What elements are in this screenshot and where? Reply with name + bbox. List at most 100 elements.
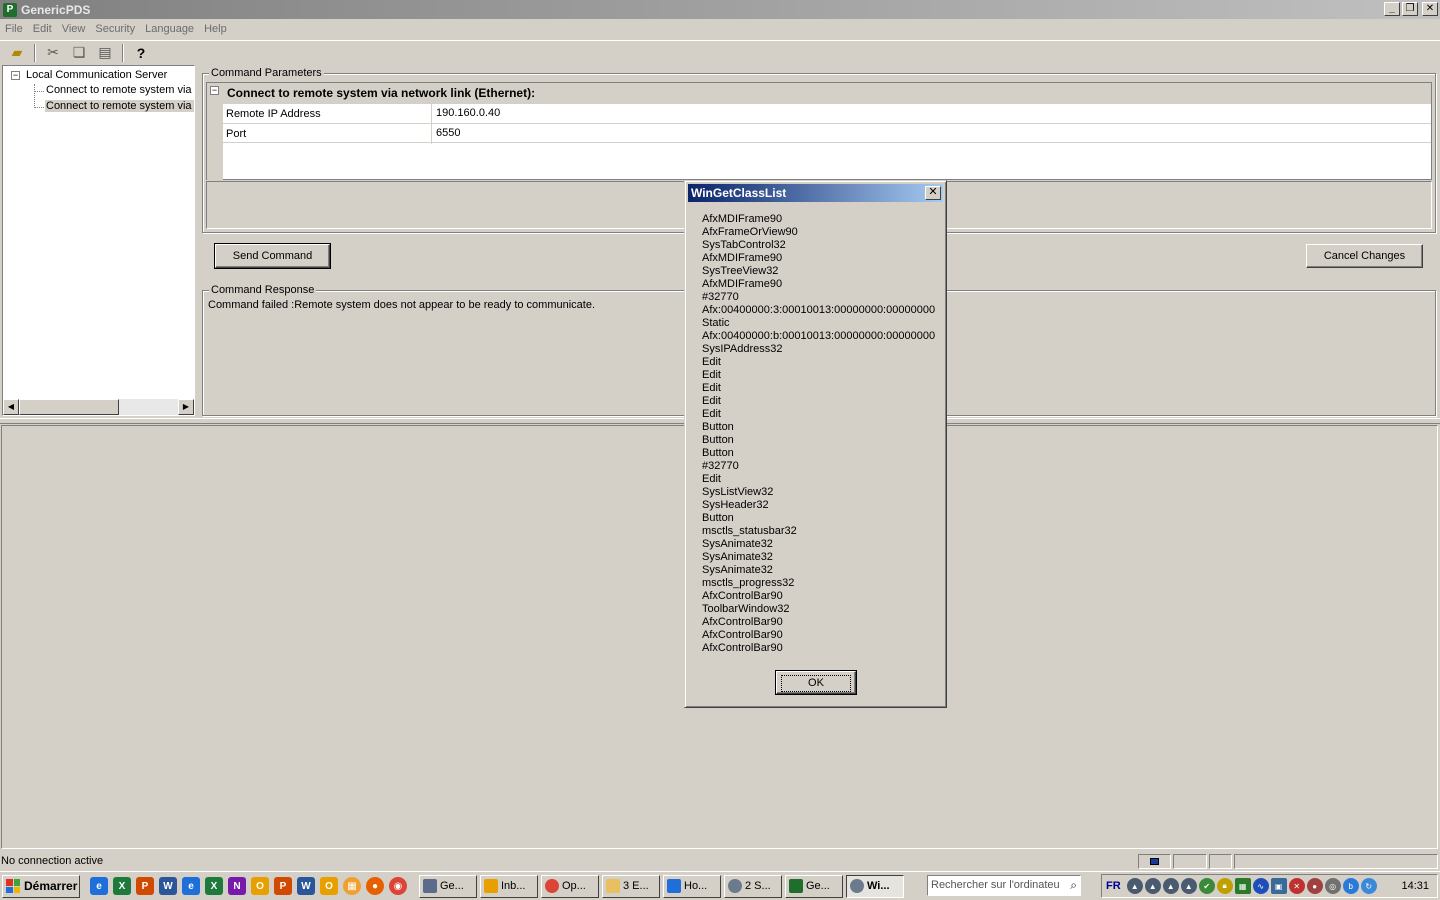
remote-ip-field[interactable]: 190.160.0.40 [433, 104, 1431, 124]
excel-icon[interactable]: X [113, 877, 131, 895]
word-icon[interactable]: W [297, 877, 315, 895]
send-command-button[interactable]: Send Command [214, 243, 331, 269]
onenote-icon[interactable]: N [228, 877, 246, 895]
task-button[interactable]: 3 E... [602, 874, 660, 898]
dialog-title-bar[interactable]: WinGetClassList ✕ [688, 184, 943, 202]
menu-view[interactable]: View [57, 23, 91, 35]
tree-item-serial[interactable]: Connect to remote system via s [45, 84, 194, 96]
toolbar-separator [34, 43, 36, 62]
class-list-item: Edit [702, 473, 721, 485]
tree-view[interactable]: − Local Communication Server Connect to … [2, 65, 195, 416]
network-icon[interactable]: ▣ [1270, 878, 1287, 894]
copy-icon[interactable]: ❏ [68, 43, 90, 63]
language-indicator[interactable]: FR [1106, 880, 1121, 892]
task-button-active[interactable]: Wi... [846, 874, 904, 898]
tree-collapse-icon[interactable]: − [11, 70, 20, 80]
toolbar-separator [122, 43, 124, 62]
menu-file[interactable]: File [0, 23, 28, 35]
tree-root[interactable]: − Local Communication Server [11, 69, 167, 81]
menu-language[interactable]: Language [140, 23, 199, 35]
status-cell [1209, 854, 1232, 869]
tray-icon[interactable]: ▲ [1126, 878, 1143, 894]
cancel-changes-button[interactable]: Cancel Changes [1306, 244, 1423, 268]
task-button[interactable]: Ge... [785, 874, 843, 898]
tray-icon[interactable]: ✔ [1198, 878, 1215, 894]
menu-edit[interactable]: Edit [28, 23, 57, 35]
title-bar[interactable]: P GenericPDS _ ❐ ✕ [0, 0, 1440, 19]
search-input[interactable]: Rechercher sur l'ordinateu ⌕ [927, 875, 1081, 896]
task-button[interactable]: Op... [541, 874, 599, 898]
tray-icon[interactable]: ↻ [1360, 878, 1377, 894]
dialog-title: WinGetClassList [691, 186, 787, 200]
task-app-icon [484, 879, 498, 893]
outlook-icon[interactable]: O [251, 877, 269, 895]
quick-launch: e X P W e X N O P W O ▦ ● ◉ [90, 877, 407, 895]
minimize-button[interactable]: _ [1384, 2, 1400, 16]
horizontal-scrollbar[interactable]: ◀ ▶ [3, 399, 194, 415]
class-list-item: SysAnimate32 [702, 551, 773, 563]
ie-icon[interactable]: e [90, 877, 108, 895]
tray-icon[interactable]: ● [1306, 878, 1323, 894]
tree-root-label: Local Communication Server [26, 69, 168, 81]
class-list-item: SysAnimate32 [702, 564, 773, 576]
task-app-icon [850, 879, 864, 893]
task-button[interactable]: Ge... [419, 874, 477, 898]
class-list-item: AfxMDIFrame90 [702, 252, 783, 264]
tree-line [34, 107, 44, 108]
class-list-item: Static [702, 317, 730, 329]
scroll-thumb[interactable] [19, 399, 119, 415]
status-cell [1234, 854, 1438, 869]
tray-icon[interactable]: ▲ [1162, 878, 1179, 894]
cut-icon[interactable]: ✂ [42, 43, 64, 63]
tray-icon[interactable]: ◎ [1324, 878, 1341, 894]
excel-icon[interactable]: X [205, 877, 223, 895]
ok-button[interactable]: OK [775, 670, 857, 695]
scroll-left-icon[interactable]: ◀ [3, 399, 19, 415]
search-icon[interactable]: ⌕ [1070, 878, 1077, 893]
menu-help[interactable]: Help [199, 23, 232, 35]
start-button[interactable]: Démarrer [2, 874, 80, 898]
class-list-item: AfxMDIFrame90 [702, 278, 783, 290]
grid-app-icon[interactable]: ▦ [343, 877, 361, 895]
task-app-icon [789, 879, 803, 893]
tray-icon[interactable]: ✕ [1288, 878, 1305, 894]
category-collapse-icon[interactable]: − [210, 86, 219, 95]
class-list: AfxMDIFrame90 AfxFrameOrView90 SysTabContr… [702, 213, 935, 655]
help-icon[interactable]: ? [130, 43, 152, 63]
ie-icon[interactable]: e [182, 877, 200, 895]
task-button[interactable]: Inb... [480, 874, 538, 898]
powerpoint-icon[interactable]: P [274, 877, 292, 895]
group-label: Command Response [209, 284, 317, 296]
tray-icon[interactable]: 🔒︎ [1216, 878, 1233, 894]
powerpoint-icon[interactable]: P [136, 877, 154, 895]
chrome-icon[interactable]: ◉ [389, 877, 407, 895]
port-field[interactable]: 6550 [433, 124, 1431, 144]
tree-item-network[interactable]: Connect to remote system via n [45, 100, 194, 112]
paste-icon[interactable]: ▤ [94, 43, 116, 63]
class-list-item: SysIPAddress32 [702, 343, 783, 355]
firefox-icon[interactable]: ● [366, 877, 384, 895]
tray-icon[interactable]: ▲ [1180, 878, 1197, 894]
class-list-item: Afx:00400000:3:00010013:00000000:0000000… [702, 304, 936, 316]
search-placeholder: Rechercher sur l'ordinateu [931, 879, 1060, 891]
scroll-right-icon[interactable]: ▶ [178, 399, 194, 415]
tray-icon[interactable]: ▲ [1144, 878, 1161, 894]
outlook-icon[interactable]: O [320, 877, 338, 895]
app-icon: P [3, 2, 17, 17]
tray-icon[interactable]: ▦ [1234, 878, 1251, 894]
menu-security[interactable]: Security [90, 23, 140, 35]
tray-icon[interactable]: b [1342, 878, 1359, 894]
class-list-item: Afx:00400000:b:00010013:00000000:0000000… [702, 330, 936, 342]
dialog-close-icon[interactable]: ✕ [925, 186, 941, 200]
restore-button[interactable]: ❐ [1402, 2, 1418, 16]
close-button[interactable]: ✕ [1422, 2, 1438, 16]
class-list-item: Button [702, 421, 734, 433]
task-button[interactable]: 2 S... [724, 874, 782, 898]
toolbar: ▰ ✂ ❏ ▤ ? [0, 40, 1440, 64]
open-folder-icon[interactable]: ▰ [6, 43, 28, 63]
start-label: Démarrer [24, 879, 78, 893]
task-button[interactable]: Ho... [663, 874, 721, 898]
task-app-icon [667, 879, 681, 893]
tray-icon[interactable]: ∿ [1252, 878, 1269, 894]
word-icon[interactable]: W [159, 877, 177, 895]
